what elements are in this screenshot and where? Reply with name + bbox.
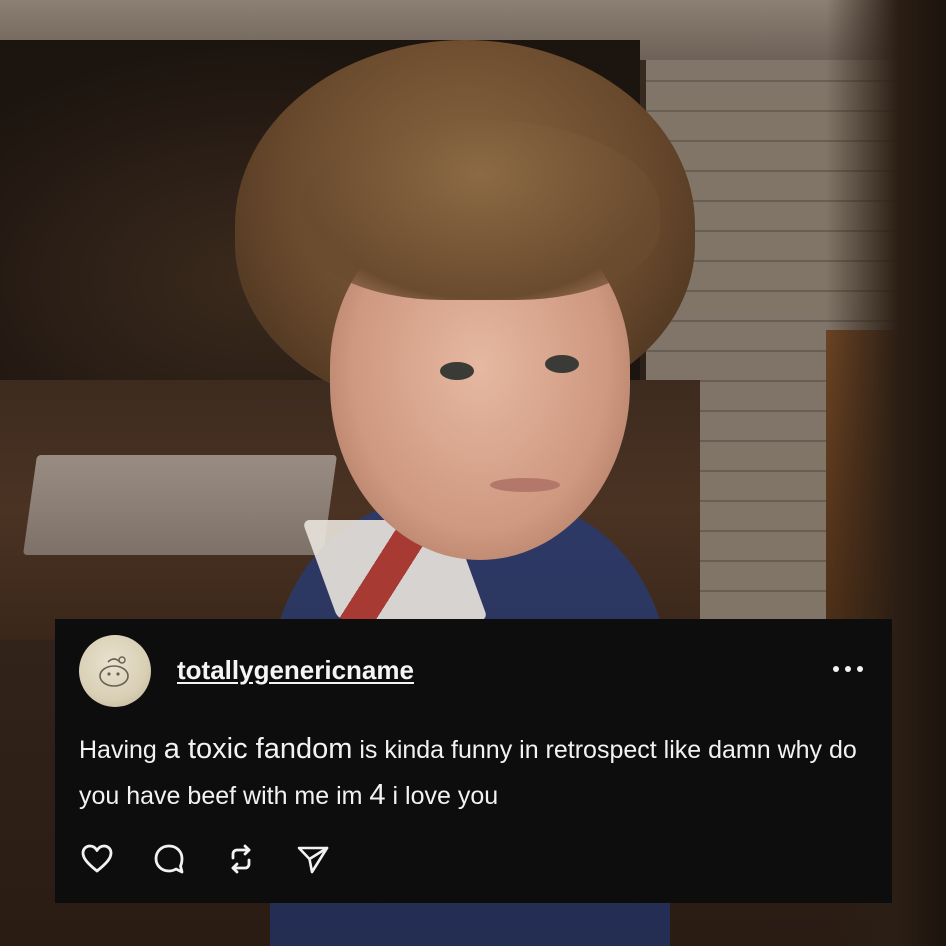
paper-plane-icon <box>297 846 329 874</box>
comment-button[interactable] <box>151 841 187 877</box>
heart-icon <box>81 844 113 873</box>
repost-icon <box>231 844 251 874</box>
speech-bubble-icon <box>154 844 184 874</box>
mouth <box>490 478 560 492</box>
repost-button[interactable] <box>223 841 259 877</box>
post-text-segment: 4 <box>369 779 386 811</box>
share-button[interactable] <box>295 841 331 877</box>
username[interactable]: totallygenericname <box>177 655 414 686</box>
right-eye <box>545 355 579 373</box>
avatar[interactable] <box>79 635 151 707</box>
post-text-segment: i love you <box>385 782 499 810</box>
post-text-segment: a toxic fandom <box>163 733 353 765</box>
post-text: Having a toxic fandom is kinda funny in … <box>79 727 879 819</box>
action-bar <box>79 841 367 877</box>
like-button[interactable] <box>79 841 115 877</box>
papers-on-table <box>22 455 338 555</box>
avatar-doodle-icon <box>99 656 129 687</box>
child-fringe <box>300 120 660 300</box>
more-options-icon[interactable] <box>833 659 863 679</box>
left-eye <box>440 362 474 380</box>
post-card: totallygenericname Having a toxic fandom… <box>55 619 892 903</box>
post-text-segment: Having <box>79 736 164 764</box>
